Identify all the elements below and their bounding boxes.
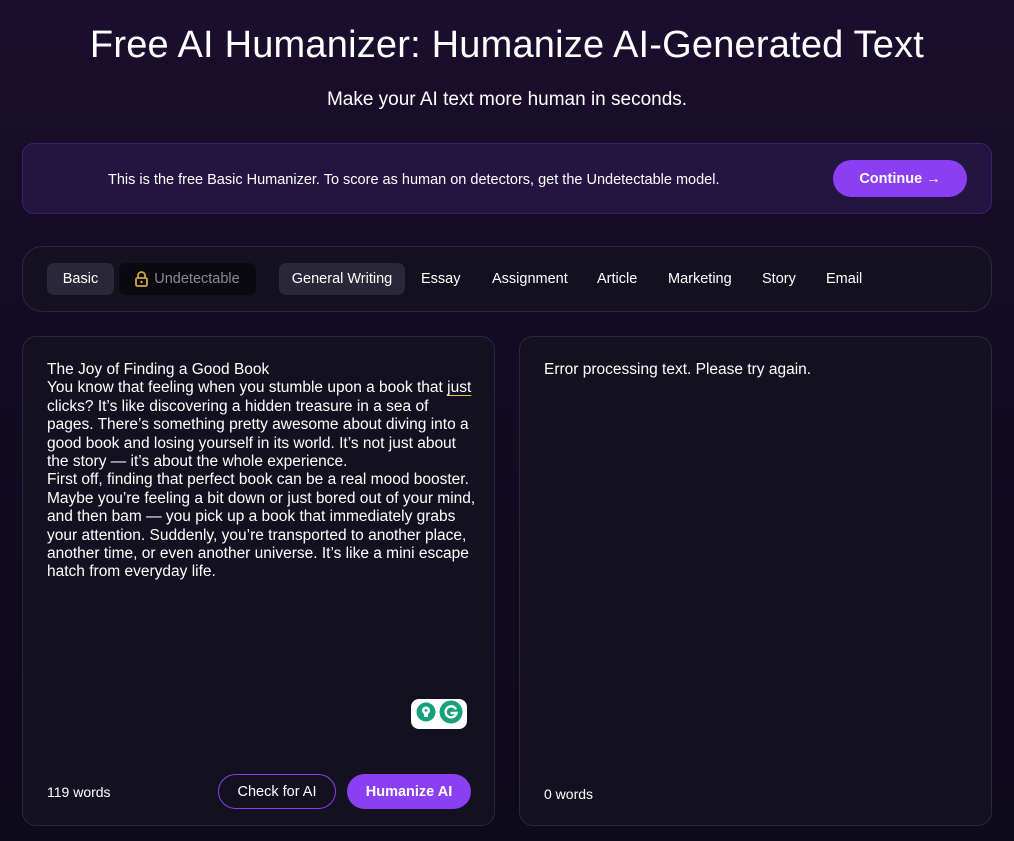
mode-basic-button[interactable]: Basic bbox=[47, 263, 114, 295]
options-toolbar: Basic Undetectable General Writing Essay… bbox=[22, 246, 992, 312]
output-word-count: 0 words bbox=[544, 786, 594, 802]
grammarly-widget[interactable] bbox=[411, 699, 467, 729]
banner-text: This is the free Basic Humanizer. To sco… bbox=[108, 172, 720, 188]
input-panel: The Joy of Finding a Good Book You know … bbox=[22, 336, 495, 826]
page: Free AI Humanizer: Humanize AI-Generated… bbox=[0, 0, 1014, 841]
humanize-ai-button[interactable]: Humanize AI bbox=[347, 774, 471, 809]
tab-essay[interactable]: Essay bbox=[421, 263, 461, 295]
continue-button[interactable]: Continue → bbox=[833, 160, 967, 197]
lock-icon bbox=[135, 271, 149, 287]
input-title-line: The Joy of Finding a Good Book bbox=[47, 361, 270, 378]
tab-assignment[interactable]: Assignment bbox=[492, 263, 568, 295]
page-title: Free AI Humanizer: Humanize AI-Generated… bbox=[89, 24, 925, 66]
output-message: Error processing text. Please try again. bbox=[544, 361, 812, 378]
mode-undetectable-label: Undetectable bbox=[154, 271, 240, 287]
lightbulb-icon[interactable] bbox=[416, 702, 436, 727]
input-textarea[interactable]: The Joy of Finding a Good Book You know … bbox=[47, 361, 477, 582]
tab-story[interactable]: Story bbox=[762, 263, 796, 295]
mode-undetectable-button[interactable]: Undetectable bbox=[119, 263, 256, 295]
spelling-underline[interactable]: just bbox=[447, 379, 471, 396]
upgrade-banner: This is the free Basic Humanizer. To sco… bbox=[22, 143, 992, 214]
tab-email[interactable]: Email bbox=[826, 263, 862, 295]
input-paragraph-2: First off, finding that perfect book can… bbox=[47, 471, 476, 581]
input-word-count: 119 words bbox=[47, 784, 111, 800]
tab-article[interactable]: Article bbox=[597, 263, 637, 295]
output-panel: Error processing text. Please try again.… bbox=[519, 336, 992, 826]
input-paragraph-1: You know that feeling when you stumble u… bbox=[47, 379, 472, 471]
grammarly-icon[interactable] bbox=[439, 700, 463, 729]
page-subtitle: Make your AI text more human in seconds. bbox=[326, 89, 688, 110]
tab-general-writing[interactable]: General Writing bbox=[279, 263, 405, 295]
check-for-ai-button[interactable]: Check for AI bbox=[218, 774, 336, 809]
tab-marketing[interactable]: Marketing bbox=[668, 263, 732, 295]
